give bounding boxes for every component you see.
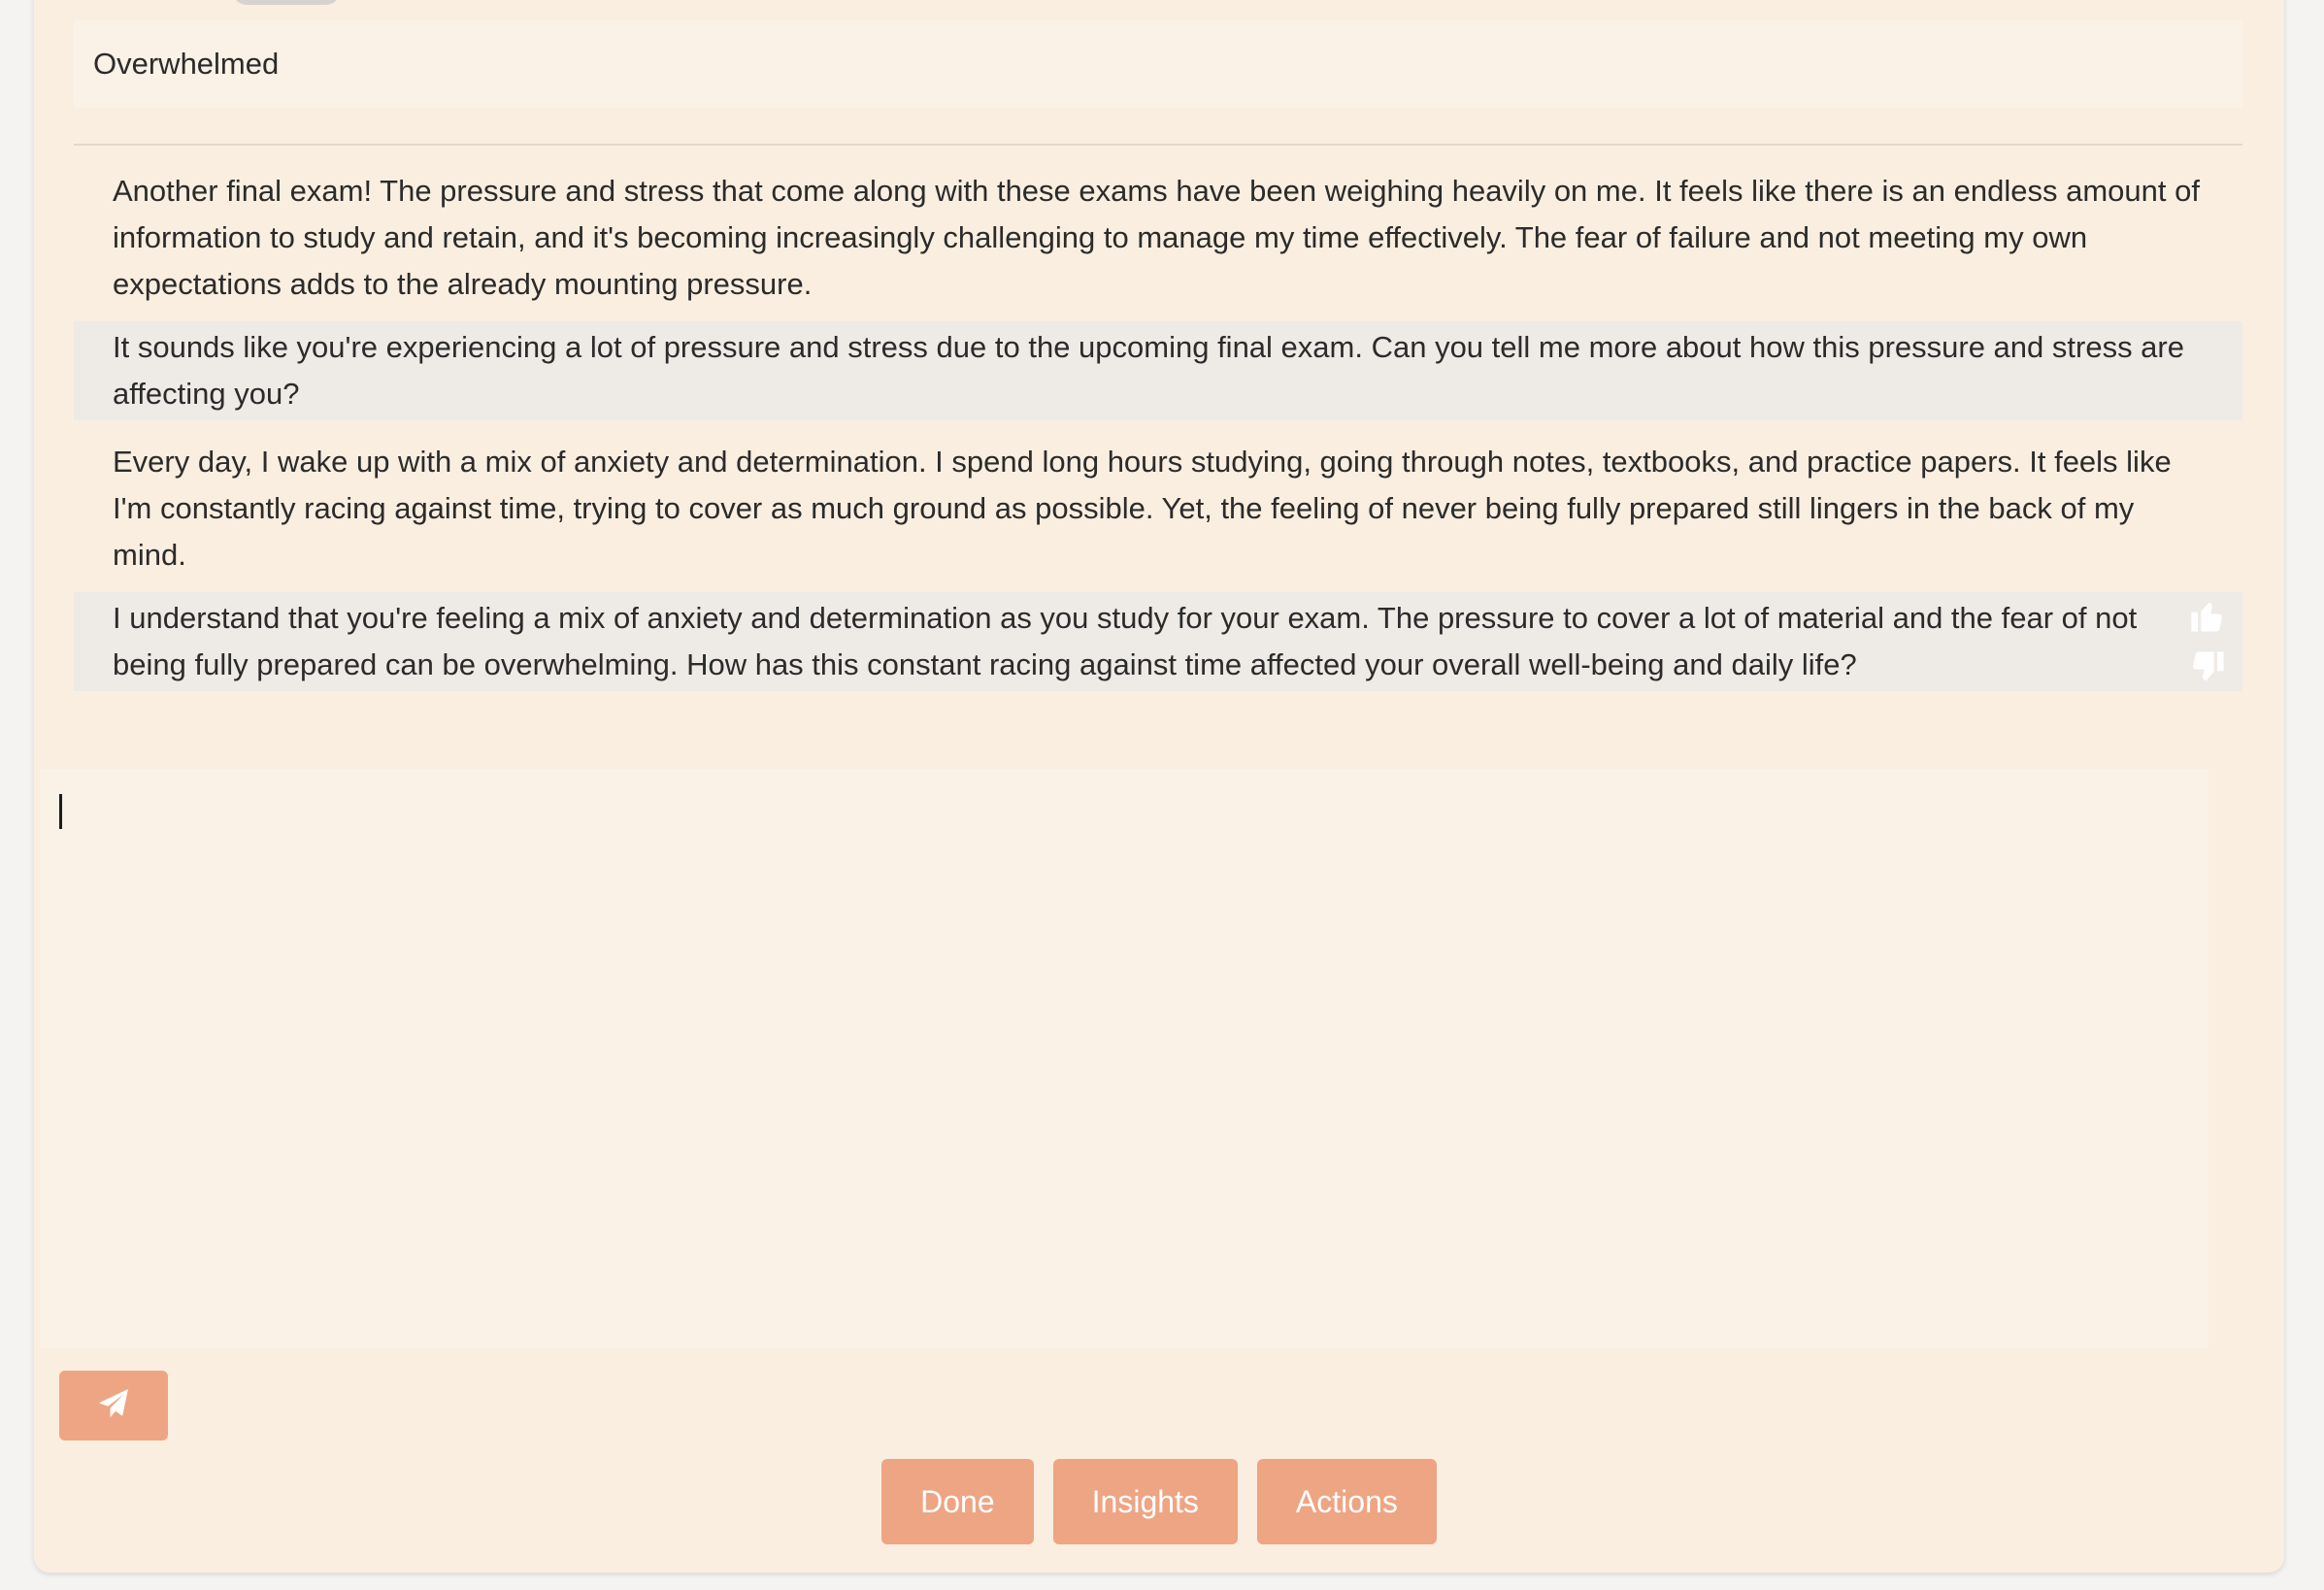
thumbs-down-icon[interactable]: [2188, 648, 2227, 687]
user-message: Every day, I wake up with a mix of anxie…: [74, 432, 2242, 592]
message-text: Another final exam! The pressure and str…: [113, 174, 2200, 301]
mood-value: Overwhelmed: [93, 47, 280, 81]
action-buttons: Done Insights Actions: [34, 1459, 2284, 1544]
send-button[interactable]: [59, 1371, 168, 1441]
text-cursor: [59, 794, 62, 829]
assistant-message: I understand that you're feeling a mix o…: [74, 592, 2242, 691]
toggle-handle[interactable]: [233, 0, 340, 5]
reply-input[interactable]: [40, 770, 2208, 1348]
feedback-controls: [2188, 592, 2227, 691]
message-text: It sounds like you're experiencing a lot…: [113, 330, 2184, 411]
actions-button[interactable]: Actions: [1256, 1459, 1437, 1544]
done-button[interactable]: Done: [881, 1459, 1034, 1544]
divider: [74, 144, 2242, 146]
message-text: Every day, I wake up with a mix of anxie…: [113, 445, 2172, 572]
conversation: Another final exam! The pressure and str…: [74, 161, 2242, 703]
mood-field[interactable]: Overwhelmed: [74, 20, 2242, 108]
assistant-message: It sounds like you're experiencing a lot…: [74, 321, 2242, 420]
message-text: I understand that you're feeling a mix o…: [113, 601, 2138, 681]
user-message: Another final exam! The pressure and str…: [74, 161, 2242, 321]
paper-plane-icon: [96, 1386, 131, 1426]
thumbs-up-icon[interactable]: [2188, 596, 2227, 635]
insights-button[interactable]: Insights: [1052, 1459, 1238, 1544]
